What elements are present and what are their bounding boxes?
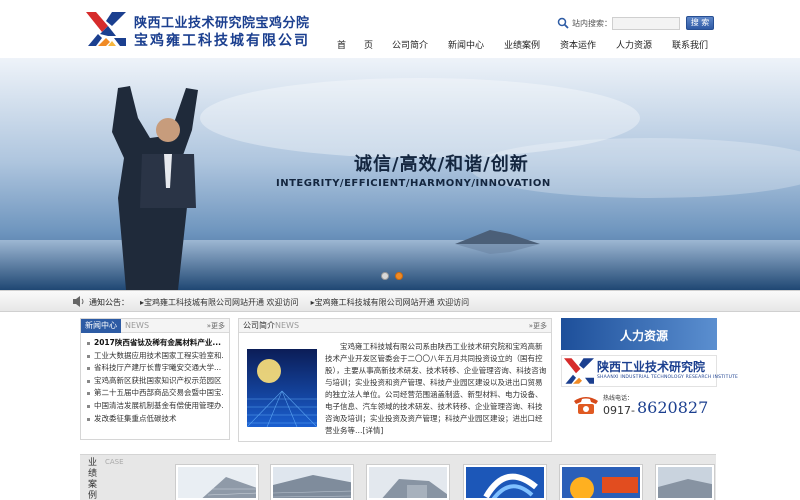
- search-input[interactable]: [612, 17, 680, 30]
- search-icon: [557, 17, 569, 29]
- case-thumb-5[interactable]: [559, 464, 643, 500]
- case-thumb-3[interactable]: [366, 464, 450, 500]
- search-label: 站内搜索：: [572, 19, 612, 28]
- news-panel: 新闻中心 NEWS »更多 2017陕西省钛及稀有金属材料产业... 工业大数据…: [80, 318, 230, 440]
- hotline-number: 8620827: [637, 398, 709, 417]
- about-image[interactable]: [247, 349, 317, 427]
- notice-label: 通知公告：: [89, 298, 129, 307]
- list-item[interactable]: 宝鸡高新区获批国家知识产权示范园区: [87, 375, 223, 388]
- case-image: [178, 467, 256, 498]
- slogan-cn: 诚信/高效/和谐/创新: [354, 154, 529, 175]
- news-panel-title-en: NEWS: [125, 321, 150, 330]
- case-image: [466, 467, 544, 498]
- nav-home[interactable]: 首 页: [328, 36, 382, 52]
- notice-bar: 通知公告： ▸宝鸡雍工科技城有限公司网站开通 欢迎访问 ▸宝鸡雍工科技城有限公司…: [0, 290, 800, 312]
- about-more-link[interactable]: »更多: [529, 321, 547, 331]
- list-item[interactable]: 发改委征集重点低碳技术: [87, 413, 223, 426]
- case-image: [273, 467, 351, 498]
- notice-item[interactable]: ▸宝鸡雍工科技城有限公司网站开通 欢迎访问: [140, 297, 299, 308]
- institute-name-cn: 陕西工业技术研究院: [597, 360, 706, 374]
- slide-indicators: [381, 272, 403, 280]
- slide-dot-1[interactable]: [381, 272, 389, 280]
- about-panel-title-en: NEWS: [275, 321, 300, 330]
- case-thumb-4[interactable]: [463, 464, 547, 500]
- cases-title-en: CASE: [105, 458, 124, 466]
- cases-title: 业绩案例: [88, 458, 98, 500]
- case-image: [658, 467, 712, 498]
- list-item[interactable]: 工业大数据应用技术国家工程实验室和...: [87, 350, 223, 363]
- nav-contact[interactable]: 联系我们: [662, 36, 718, 52]
- news-panel-title[interactable]: 新闻中心: [81, 319, 121, 333]
- hero-banner[interactable]: 诚信/高效/和谐/创新 INTEGRITY/EFFICIENT/HARMONY/…: [0, 58, 800, 290]
- list-item[interactable]: 第二十五届中西部商品交易会暨中国宝...: [87, 387, 223, 400]
- news-list: 2017陕西省钛及稀有金属材料产业... 工业大数据应用技术国家工程实验室和..…: [81, 333, 229, 425]
- about-text: 宝鸡雍工科技城有限公司系由陕西工业技术研究院和宝鸡高新技术产业开发区管委会于二〇…: [325, 342, 547, 435]
- news-panel-header: 新闻中心 NEWS »更多: [81, 319, 229, 333]
- nav-capital[interactable]: 资本运作: [550, 36, 606, 52]
- institute-name-en: SHAANXI INDUSTRIAL TECHNOLOGY RESEARCH I…: [597, 375, 739, 380]
- main-nav: 首 页 公司简介 新闻中心 业绩案例 资本运作 人力资源 联系我们: [328, 36, 718, 52]
- list-item[interactable]: 中国清洁发展机制基金有偿使用管理办...: [87, 400, 223, 413]
- case-image: [562, 467, 640, 498]
- phone-icon: [574, 397, 598, 414]
- list-item[interactable]: 2017陕西省钛及稀有金属材料产业...: [87, 337, 223, 350]
- notice-item[interactable]: ▸宝鸡雍工科技城有限公司网站开通 欢迎访问: [311, 297, 470, 308]
- about-panel: 公司简介 NEWS »更多 宝鸡雍工科技城有限公司系由陕西工业技术研究院和宝鸡高…: [238, 318, 552, 442]
- hr-banner-title: 人力资源: [620, 329, 669, 343]
- hotline-label: 热线电话：: [603, 395, 634, 402]
- slogan-en: INTEGRITY/EFFICIENT/HARMONY/INNOVATION: [276, 178, 551, 189]
- company-logo-icon[interactable]: [86, 12, 126, 46]
- hotline-prefix: 0917-: [603, 404, 635, 417]
- speaker-icon: [73, 296, 84, 307]
- list-item[interactable]: 省科技厅产建厅长曹宇曦安交通大学...: [87, 362, 223, 375]
- about-panel-title[interactable]: 公司简介: [239, 319, 279, 333]
- notice-marquee: ▸宝鸡雍工科技城有限公司网站开通 欢迎访问 ▸宝鸡雍工科技城有限公司网站开通 欢…: [140, 297, 469, 308]
- org-name: 陕西工业技术研究院宝鸡分院: [134, 16, 310, 31]
- case-thumb-6[interactable]: [655, 464, 715, 500]
- case-thumb-1[interactable]: [175, 464, 259, 500]
- nav-about[interactable]: 公司简介: [382, 36, 438, 52]
- company-name: 宝鸡雍工科技城有限公司: [134, 33, 310, 49]
- slide-dot-2[interactable]: [395, 272, 403, 280]
- nav-news[interactable]: 新闻中心: [438, 36, 494, 52]
- search-button[interactable]: 搜 索: [686, 16, 714, 30]
- institute-logo-icon: [564, 358, 594, 384]
- about-panel-header: 公司简介 NEWS »更多: [239, 319, 551, 333]
- nav-cases[interactable]: 业绩案例: [494, 36, 550, 52]
- case-thumb-2[interactable]: [270, 464, 354, 500]
- nav-hr[interactable]: 人力资源: [606, 36, 662, 52]
- news-more-link[interactable]: »更多: [207, 321, 225, 331]
- case-image: [369, 467, 447, 498]
